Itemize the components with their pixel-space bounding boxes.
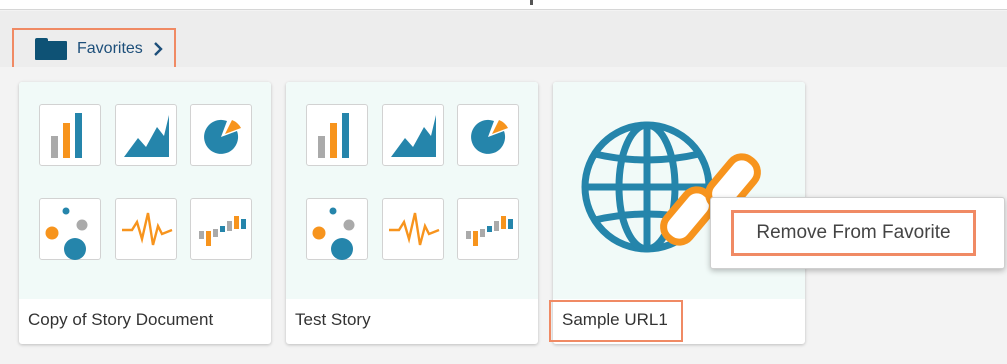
story-thumbnail	[286, 82, 538, 299]
bar-chart-icon	[306, 104, 368, 166]
pie-chart-icon	[457, 104, 519, 166]
top-bar-marker	[530, 0, 533, 5]
bubble-chart-icon	[39, 198, 101, 260]
waveform-icon	[382, 198, 444, 260]
pie-chart-icon	[190, 104, 252, 166]
waveform-icon	[115, 198, 177, 260]
context-menu: Remove From Favorite	[710, 197, 1005, 269]
breadcrumb-bar: Favorites	[0, 11, 1007, 70]
card-name: Copy of Story Document	[28, 310, 214, 329]
chevron-right-icon[interactable]	[153, 42, 163, 56]
favorite-card-story[interactable]: Copy of Story Document	[19, 82, 271, 344]
bubble-chart-icon	[306, 198, 368, 260]
story-thumbnail	[19, 82, 271, 299]
remove-from-favorite-menu-item[interactable]: Remove From Favorite	[731, 210, 976, 256]
card-name: Test Story	[295, 310, 371, 329]
favorite-card-story[interactable]: Test Story	[286, 82, 538, 344]
folder-icon	[35, 38, 67, 60]
bar-chart-icon	[39, 104, 101, 166]
breadcrumb[interactable]: Favorites	[12, 28, 176, 70]
waterfall-chart-icon	[457, 198, 519, 260]
area-chart-icon	[382, 104, 444, 166]
breadcrumb-label: Favorites	[77, 40, 143, 57]
area-chart-icon	[115, 104, 177, 166]
top-bar	[0, 0, 1007, 10]
waterfall-chart-icon	[190, 198, 252, 260]
card-name: Sample URL1	[562, 310, 668, 329]
